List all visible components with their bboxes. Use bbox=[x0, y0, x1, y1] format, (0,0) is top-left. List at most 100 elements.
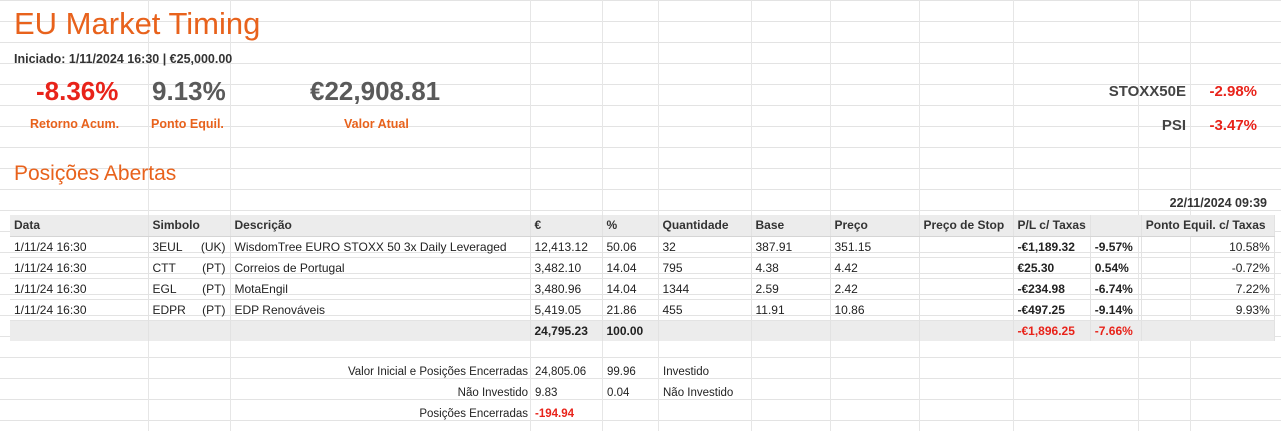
col-header-base[interactable]: Base bbox=[751, 215, 831, 237]
table-row[interactable]: 1/11/24 16:30 EDPR (PT) EDP Renováveis 5,… bbox=[10, 299, 1275, 321]
summary-note: Investido bbox=[663, 366, 710, 378]
cell-stop[interactable] bbox=[919, 257, 1014, 279]
update-timestamp: 22/11/2024 09:39 bbox=[1169, 196, 1267, 210]
summary-value[interactable]: -194.94 bbox=[535, 408, 574, 420]
total-pl[interactable]: -€1,896.25 bbox=[1013, 320, 1091, 341]
cell-empty bbox=[148, 320, 231, 341]
table-row[interactable]: 1/11/24 16:30 EGL (PT) MotaEngil 3,480.96… bbox=[10, 278, 1275, 300]
cell-price[interactable]: 4.42 bbox=[830, 257, 920, 279]
cell-symbol[interactable]: EDPR (PT) bbox=[148, 299, 231, 321]
cell-description[interactable]: WisdomTree EURO STOXX 50 3x Daily Levera… bbox=[230, 236, 531, 258]
summary-label: Posições Encerradas bbox=[419, 408, 528, 420]
symbol-text: CTT bbox=[152, 260, 176, 275]
cell-eur[interactable]: 3,482.10 bbox=[530, 257, 603, 279]
col-header-symbol[interactable]: Simbolo bbox=[148, 215, 231, 237]
col-header-eur[interactable]: € bbox=[530, 215, 603, 237]
table-row[interactable]: 1/11/24 16:30 3EUL (UK) WisdomTree EURO S… bbox=[10, 236, 1275, 258]
col-header-price[interactable]: Preço bbox=[830, 215, 920, 237]
cell-empty bbox=[10, 320, 149, 341]
cell-pl-pct[interactable]: -9.57% bbox=[1090, 236, 1142, 258]
summary-pct[interactable]: 0.04 bbox=[607, 387, 629, 399]
cell-base[interactable]: 387.91 bbox=[751, 236, 831, 258]
cell-description[interactable]: EDP Renováveis bbox=[230, 299, 531, 321]
cell-symbol[interactable]: CTT (PT) bbox=[148, 257, 231, 279]
cell-pct[interactable]: 14.04 bbox=[602, 278, 659, 300]
total-pct[interactable]: 100.00 bbox=[602, 320, 659, 341]
cell-description[interactable]: MotaEngil bbox=[230, 278, 531, 300]
symbol-text: EGL bbox=[152, 281, 177, 296]
cell-stop[interactable] bbox=[919, 236, 1014, 258]
cell-price[interactable]: 2.42 bbox=[830, 278, 920, 300]
col-header-date[interactable]: Data bbox=[10, 215, 149, 237]
kpi-breakeven-value: 9.13% bbox=[152, 76, 226, 106]
cell-description[interactable]: Correios de Portugal bbox=[230, 257, 531, 279]
col-header-description[interactable]: Descrição bbox=[230, 215, 531, 237]
summary-value[interactable]: 24,805.06 bbox=[535, 366, 586, 378]
col-header-breakeven[interactable]: Ponto Equil. c/ Taxas bbox=[1141, 215, 1275, 237]
cell-pl[interactable]: -€1,189.32 bbox=[1013, 236, 1091, 258]
index-name-stoxx: STOXX50E bbox=[1108, 83, 1186, 100]
kpi-current-label: Valor Atual bbox=[344, 117, 409, 131]
col-header-quantity[interactable]: Quantidade bbox=[658, 215, 752, 237]
cell-pl-pct[interactable]: 0.54% bbox=[1090, 257, 1142, 279]
summary-row-closed: Posições Encerradas -194.94 bbox=[0, 404, 1281, 425]
cell-empty bbox=[919, 320, 1014, 341]
cell-breakeven[interactable]: -0.72% bbox=[1141, 257, 1275, 279]
cell-quantity[interactable]: 795 bbox=[658, 257, 752, 279]
total-eur[interactable]: 24,795.23 bbox=[530, 320, 603, 341]
table-row[interactable]: 1/11/24 16:30 CTT (PT) Correios de Portug… bbox=[10, 257, 1275, 279]
symbol-text: EDPR bbox=[152, 302, 186, 317]
cell-base[interactable]: 4.38 bbox=[751, 257, 831, 279]
summary-value[interactable]: 9.83 bbox=[535, 387, 557, 399]
cell-eur[interactable]: 5,419.05 bbox=[530, 299, 603, 321]
cell-stop[interactable] bbox=[919, 299, 1014, 321]
market-text: (PT) bbox=[202, 260, 226, 275]
cell-price[interactable]: 10.86 bbox=[830, 299, 920, 321]
start-info: Iniciado: 1/11/2024 16:30 | €25,000.00 bbox=[14, 52, 233, 66]
cell-pct[interactable]: 14.04 bbox=[602, 257, 659, 279]
cell-pl[interactable]: -€234.98 bbox=[1013, 278, 1091, 300]
col-header-pl[interactable]: P/L c/ Taxas bbox=[1013, 215, 1091, 237]
cell-breakeven[interactable]: 9.93% bbox=[1141, 299, 1275, 321]
cell-breakeven[interactable]: 10.58% bbox=[1141, 236, 1275, 258]
cell-empty bbox=[751, 320, 831, 341]
cell-breakeven[interactable]: 7.22% bbox=[1141, 278, 1275, 300]
summary-label: Valor Inicial e Posições Encerradas bbox=[347, 366, 528, 378]
total-pl-pct[interactable]: -7.66% bbox=[1090, 320, 1142, 341]
index-value-stoxx: -2.98% bbox=[1209, 83, 1257, 100]
cell-pl[interactable]: €25.30 bbox=[1013, 257, 1091, 279]
kpi-return-value: -8.36% bbox=[36, 76, 119, 106]
cell-pct[interactable]: 21.86 bbox=[602, 299, 659, 321]
cell-pl-pct[interactable]: -9.14% bbox=[1090, 299, 1142, 321]
cell-date[interactable]: 1/11/24 16:30 bbox=[10, 299, 149, 321]
positions-table: Data Simbolo Descrição € % Quantidade Ba… bbox=[10, 215, 1275, 341]
cell-eur[interactable]: 3,480.96 bbox=[530, 278, 603, 300]
col-header-pl-pct[interactable] bbox=[1090, 215, 1142, 237]
cell-quantity[interactable]: 1344 bbox=[658, 278, 752, 300]
cell-empty bbox=[830, 320, 920, 341]
kpi-return-label: Retorno Acum. bbox=[30, 117, 120, 131]
summary-note: Não Investido bbox=[663, 387, 734, 399]
cell-base[interactable]: 2.59 bbox=[751, 278, 831, 300]
summary-label: Não Investido bbox=[457, 387, 528, 399]
cell-pl-pct[interactable]: -6.74% bbox=[1090, 278, 1142, 300]
cell-base[interactable]: 11.91 bbox=[751, 299, 831, 321]
cell-symbol[interactable]: EGL (PT) bbox=[148, 278, 231, 300]
cell-date[interactable]: 1/11/24 16:30 bbox=[10, 257, 149, 279]
cell-eur[interactable]: 12,413.12 bbox=[530, 236, 603, 258]
cell-pct[interactable]: 50.06 bbox=[602, 236, 659, 258]
symbol-text: 3EUL bbox=[152, 239, 183, 254]
kpi-current-value: €22,908.81 bbox=[310, 76, 441, 106]
cell-quantity[interactable]: 32 bbox=[658, 236, 752, 258]
cell-stop[interactable] bbox=[919, 278, 1014, 300]
cell-date[interactable]: 1/11/24 16:30 bbox=[10, 278, 149, 300]
cell-quantity[interactable]: 455 bbox=[658, 299, 752, 321]
col-header-pct[interactable]: % bbox=[602, 215, 659, 237]
cell-date[interactable]: 1/11/24 16:30 bbox=[10, 236, 149, 258]
cell-symbol[interactable]: 3EUL (UK) bbox=[148, 236, 231, 258]
cell-pl[interactable]: -€497.25 bbox=[1013, 299, 1091, 321]
summary-pct[interactable]: 99.96 bbox=[607, 366, 636, 378]
cell-price[interactable]: 351.15 bbox=[830, 236, 920, 258]
section-title: Posições Abertas bbox=[14, 162, 177, 185]
col-header-stop[interactable]: Preço de Stop bbox=[919, 215, 1014, 237]
